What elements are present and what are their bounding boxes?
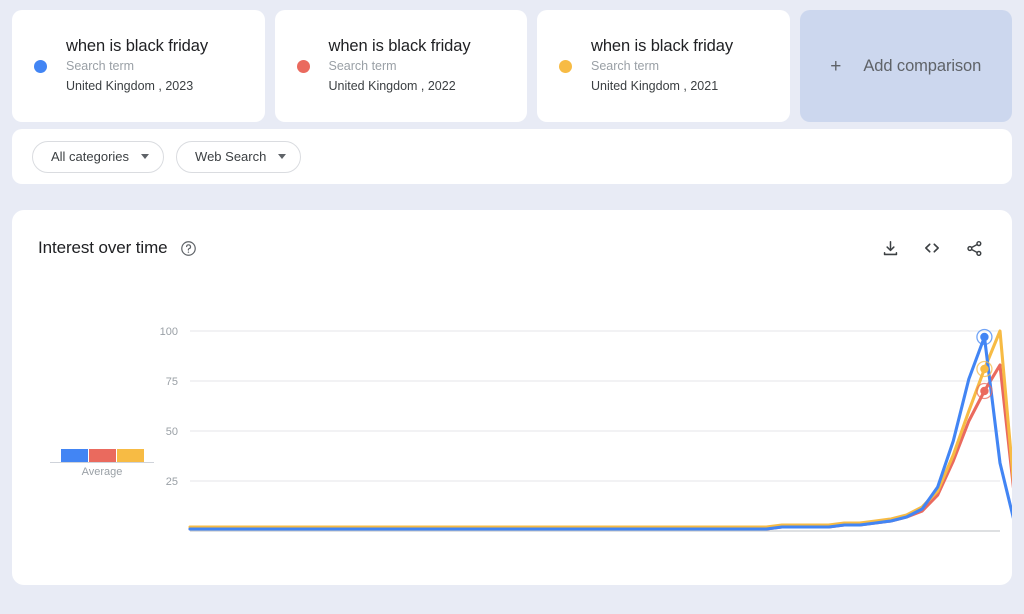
term-title: when is black friday xyxy=(329,36,471,57)
chevron-down-icon xyxy=(278,154,286,159)
term-card-texts: when is black friday Search term United … xyxy=(66,36,208,96)
series-color-dot-yellow xyxy=(559,60,572,73)
interest-over-time-card: Interest over time xyxy=(12,210,1012,585)
share-icon[interactable] xyxy=(964,238,984,258)
y-axis-tick-label: 100 xyxy=(160,326,178,338)
filter-bar: All categories Web Search xyxy=(12,129,1012,184)
page-title: Interest over time xyxy=(38,238,168,258)
chevron-down-icon xyxy=(141,154,149,159)
term-geo: United Kingdom , 2021 xyxy=(591,77,733,96)
average-bar-red xyxy=(89,449,116,462)
term-card-texts: when is black friday Search term United … xyxy=(591,36,733,96)
category-filter-chip[interactable]: All categories xyxy=(32,141,164,173)
interest-over-time-plot[interactable]: 25 50 75 100 xyxy=(12,272,1012,572)
term-type: Search term xyxy=(591,57,733,76)
y-axis-tick-label: 75 xyxy=(166,376,178,388)
term-title: when is black friday xyxy=(591,36,733,57)
average-bar-blue xyxy=(61,449,88,462)
add-comparison-button[interactable]: + Add comparison xyxy=(800,10,1013,122)
add-comparison-label: Add comparison xyxy=(863,57,981,76)
series-color-dot-blue xyxy=(34,60,47,73)
chart-actions xyxy=(880,238,984,258)
y-axis-tick-label: 50 xyxy=(166,426,178,438)
term-geo: United Kingdom , 2022 xyxy=(329,77,471,96)
search-type-filter-chip[interactable]: Web Search xyxy=(176,141,301,173)
download-icon[interactable] xyxy=(880,238,900,258)
y-axis-tick-label: 25 xyxy=(166,476,178,488)
term-title: when is black friday xyxy=(66,36,208,57)
plus-icon: + xyxy=(830,57,841,76)
average-legend-label: Average xyxy=(50,466,154,478)
search-type-filter-label: Web Search xyxy=(195,149,266,164)
term-card-1[interactable]: when is black friday Search term United … xyxy=(275,10,528,122)
series-color-dot-red xyxy=(297,60,310,73)
average-legend: Average xyxy=(50,448,154,478)
comparison-strip: when is black friday Search term United … xyxy=(0,0,1024,122)
term-card-0[interactable]: when is black friday Search term United … xyxy=(12,10,265,122)
chart-header: Interest over time xyxy=(12,210,1012,266)
line-chart-svg[interactable]: 25 50 75 100 xyxy=(12,272,1012,572)
average-bar-yellow xyxy=(117,449,144,462)
term-geo: United Kingdom , 2023 xyxy=(66,77,208,96)
series-line[interactable] xyxy=(190,337,1012,529)
term-type: Search term xyxy=(66,57,208,76)
embed-code-icon[interactable] xyxy=(922,238,942,258)
term-type: Search term xyxy=(329,57,471,76)
category-filter-label: All categories xyxy=(51,149,129,164)
average-legend-bars xyxy=(50,448,154,462)
series-marker-dot[interactable] xyxy=(980,387,988,395)
series-marker-dot[interactable] xyxy=(980,365,988,373)
help-circle-icon[interactable] xyxy=(180,240,197,257)
series-line[interactable] xyxy=(190,365,1012,529)
term-card-texts: when is black friday Search term United … xyxy=(329,36,471,96)
term-card-2[interactable]: when is black friday Search term United … xyxy=(537,10,790,122)
series-line[interactable] xyxy=(190,331,1012,527)
average-baseline-rule xyxy=(50,462,154,463)
series-marker-dot[interactable] xyxy=(980,333,988,341)
